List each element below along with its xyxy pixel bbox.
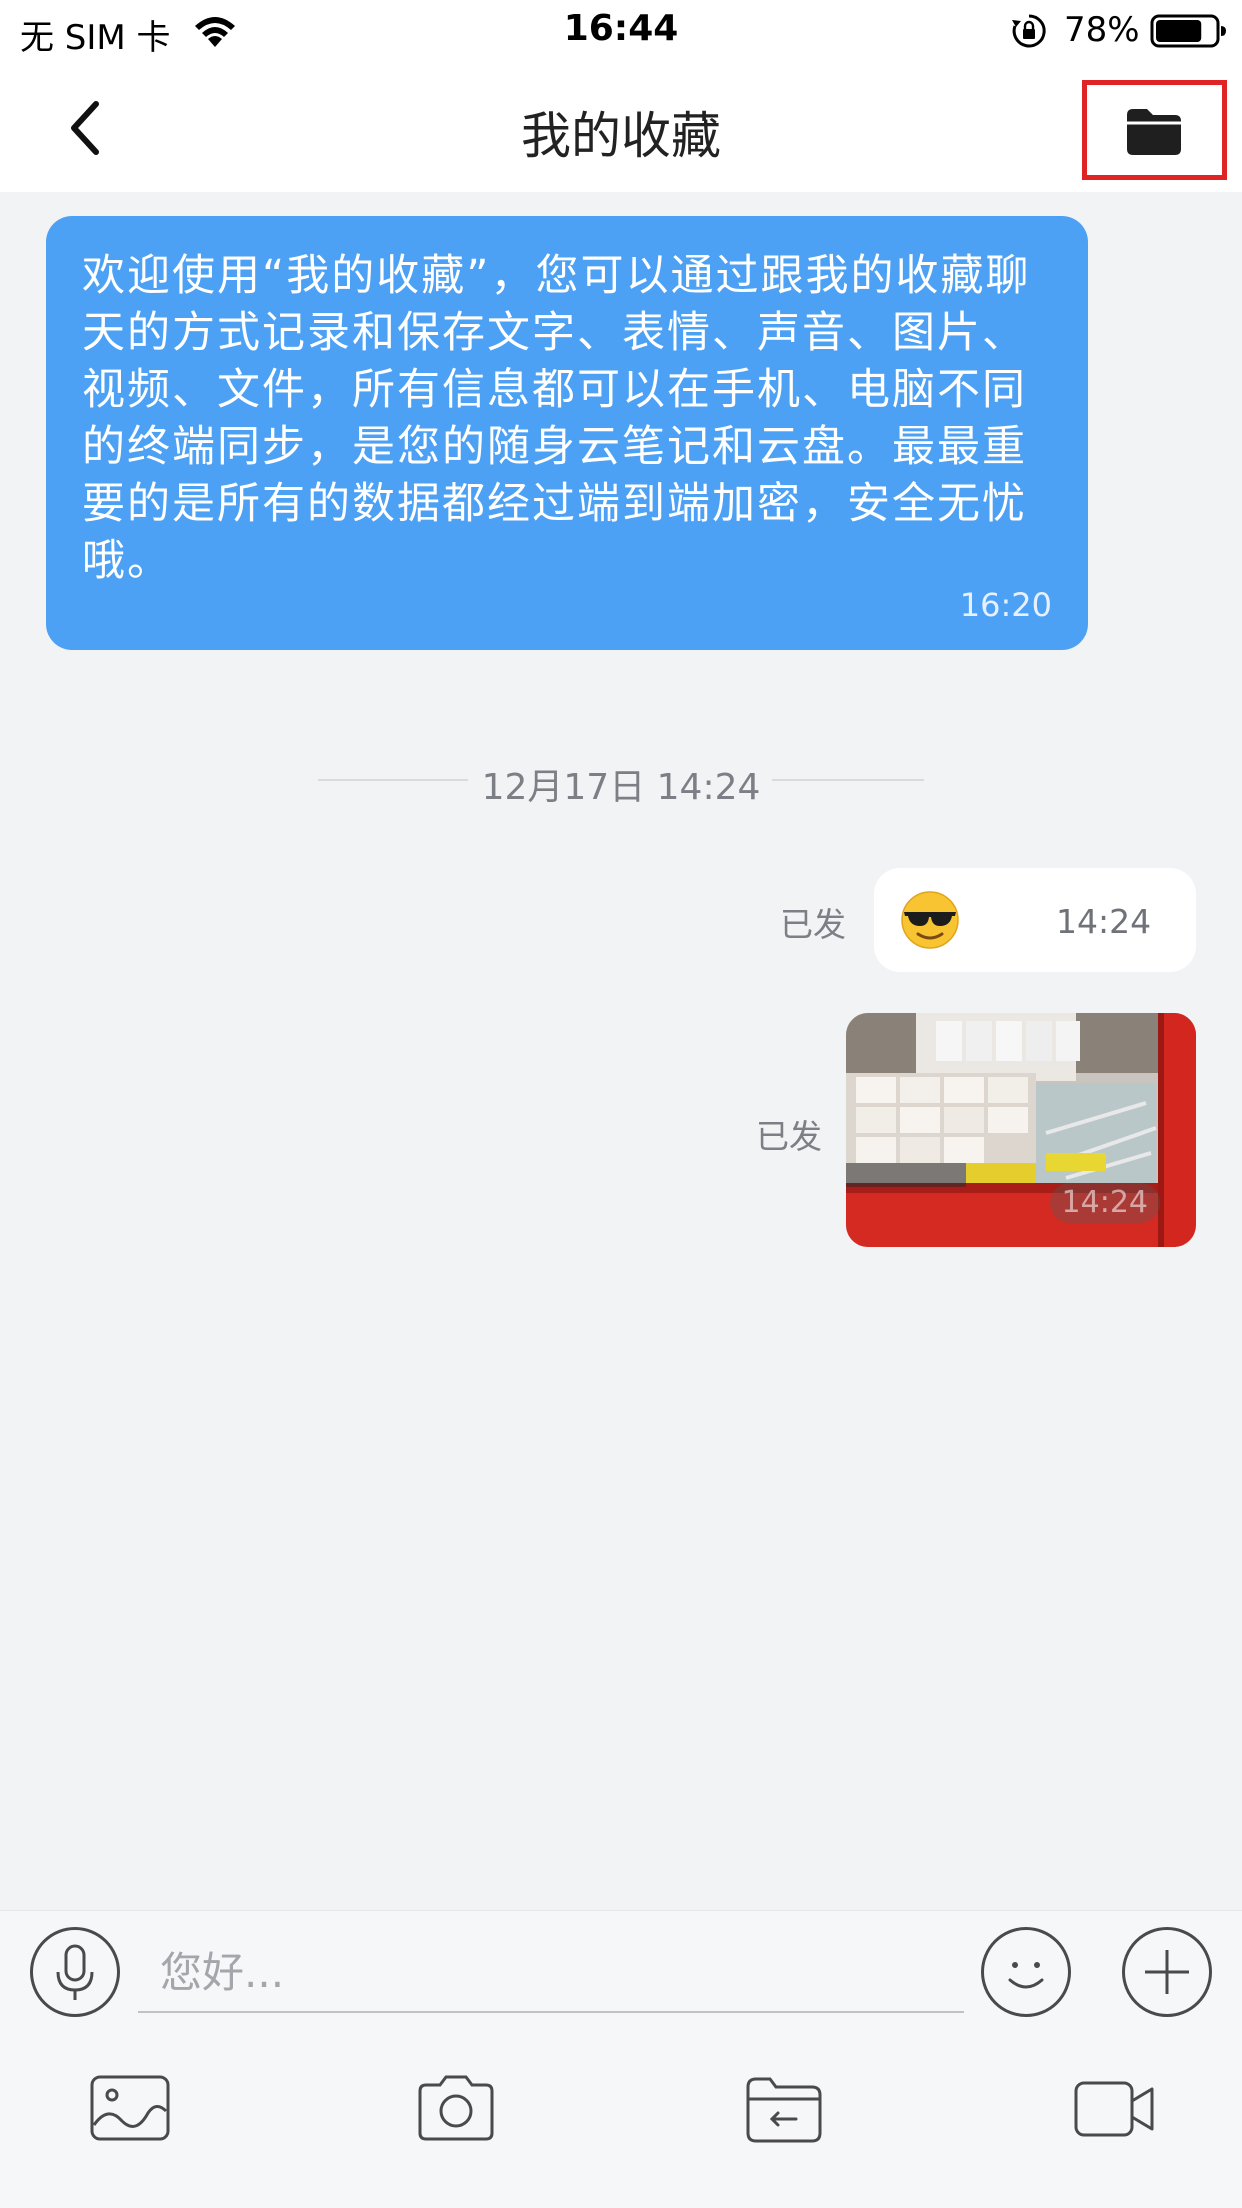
- microphone-icon: [56, 1944, 94, 2000]
- status-bar: 无 SIM 卡 16:44 78%: [0, 0, 1242, 62]
- message-status: 已发: [756, 1117, 822, 1156]
- camera-button[interactable]: [414, 2071, 498, 2145]
- carrier-label: 无 SIM 卡: [20, 18, 171, 58]
- folder-button[interactable]: [1082, 80, 1227, 180]
- folder-icon: [1127, 109, 1181, 155]
- navigation-bar: 我的收藏: [0, 62, 1242, 192]
- divider: [772, 779, 924, 781]
- chevron-left-icon[interactable]: [56, 96, 116, 160]
- video-camera-icon: [1074, 2081, 1154, 2137]
- welcome-message-bubble[interactable]: 欢迎使用“我的收藏”，您可以通过跟我的收藏聊天的方式记录和保存文字、表情、声音、…: [46, 216, 1088, 650]
- favorites-chat-screen: 无 SIM 卡 16:44 78% 我的收藏 欢迎使用“我的收藏”，您可以通过跟…: [0, 0, 1242, 2208]
- date-separator-text: 12月17日 14:24: [481, 767, 761, 808]
- file-button[interactable]: [742, 2071, 826, 2145]
- more-button[interactable]: [1122, 1927, 1212, 2017]
- wifi-icon: [195, 17, 235, 47]
- camera-icon: [418, 2075, 494, 2141]
- welcome-message-text: 欢迎使用“我的收藏”，您可以通过跟我的收藏聊天的方式记录和保存文字、表情、声音、…: [82, 251, 1031, 586]
- message-status: 已发: [780, 905, 846, 944]
- plus-icon: [1145, 1950, 1189, 1994]
- page-title: 我的收藏: [521, 107, 721, 165]
- voice-button[interactable]: [30, 1927, 120, 2017]
- folder-upload-icon: [746, 2077, 822, 2143]
- date-separator: 12月17日 14:24: [0, 748, 1242, 808]
- battery-level-fill: [1156, 20, 1202, 42]
- photo-button[interactable]: [88, 2071, 172, 2145]
- orientation-lock-icon: [1012, 14, 1046, 48]
- chat-area[interactable]: 欢迎使用“我的收藏”，您可以通过跟我的收藏聊天的方式记录和保存文字、表情、声音、…: [0, 192, 1242, 1910]
- input-panel: [0, 1910, 1242, 2208]
- smiley-icon: [1008, 1962, 1044, 1989]
- welcome-message-time: 16:20: [959, 586, 1052, 624]
- clock: 16:44: [563, 8, 679, 49]
- emoji-message-time: 14:24: [1056, 902, 1152, 941]
- video-button[interactable]: [1072, 2071, 1156, 2145]
- emoji-message-bubble[interactable]: 14:24: [874, 868, 1196, 972]
- emoji-button[interactable]: [981, 1927, 1071, 2017]
- image-icon: [90, 2075, 170, 2141]
- sunglasses-emoji-icon: [901, 891, 959, 949]
- battery-icon: [1150, 14, 1226, 48]
- battery-percent: 78%: [1064, 10, 1140, 50]
- message-input[interactable]: [138, 1933, 964, 2013]
- image-message-bubble[interactable]: 14:24: [846, 1013, 1196, 1247]
- image-message-time: 14:24: [1049, 1183, 1160, 1223]
